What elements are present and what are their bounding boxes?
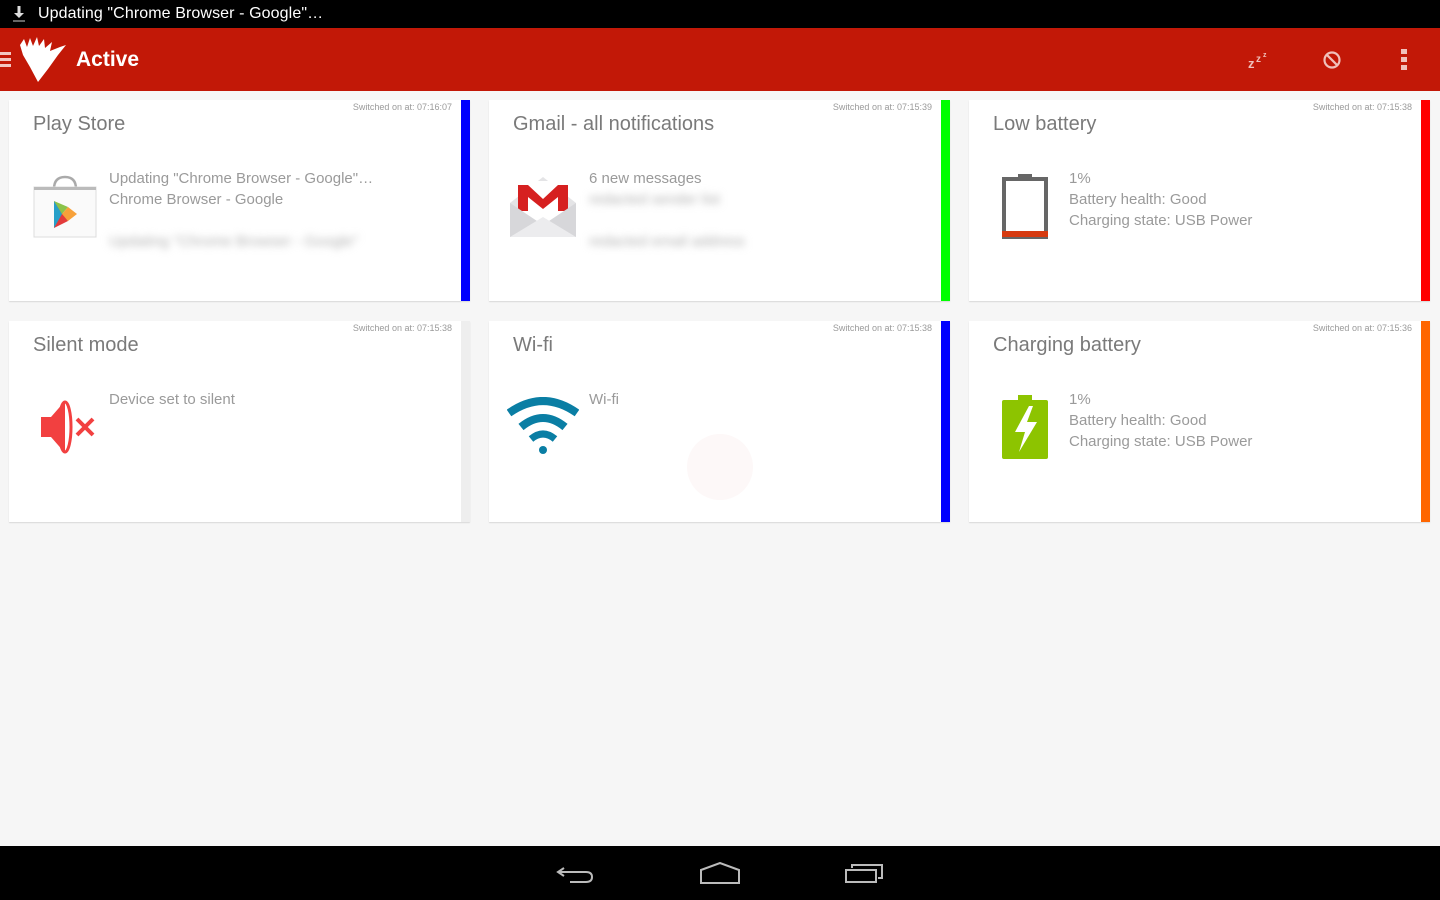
timestamp: Switched on at: 07:15:38 <box>1312 102 1412 112</box>
status-color-bar <box>461 100 470 301</box>
back-icon <box>556 867 594 883</box>
detail-line: Battery health: Good <box>1069 191 1207 208</box>
detail-line: Wi-fi <box>589 391 619 408</box>
card-details: Updating "Chrome Browser - Google"… Chro… <box>109 168 373 252</box>
card-title: Gmail - all notifications <box>513 113 715 135</box>
block-button[interactable] <box>1296 28 1368 91</box>
detail-line: Charging state: USB Power <box>1069 212 1253 229</box>
status-color-bar <box>941 321 950 522</box>
card-gmail[interactable]: Switched on at: 07:15:39 Gmail - all not… <box>489 100 950 301</box>
overflow-menu-icon <box>1401 48 1407 70</box>
status-color-bar <box>1421 321 1430 522</box>
action-bar: Active z z z <box>0 28 1440 91</box>
battery-low-icon <box>989 170 1061 242</box>
card-title: Silent mode <box>33 334 139 356</box>
block-icon <box>1323 50 1341 69</box>
detail-line: 1% <box>1069 391 1091 408</box>
card-details: 1% Battery health: Good Charging state: … <box>1069 168 1252 231</box>
svg-text:z: z <box>1256 54 1261 65</box>
status-color-bar <box>1421 100 1430 301</box>
recents-button[interactable] <box>792 846 936 900</box>
download-icon <box>0 5 38 23</box>
svg-text:z: z <box>1248 56 1255 70</box>
detail-line: 6 new messages <box>589 170 702 187</box>
home-button[interactable] <box>648 846 792 900</box>
detail-line: Device set to silent <box>109 391 235 408</box>
card-details: Device set to silent <box>109 389 235 410</box>
status-color-bar <box>941 100 950 301</box>
back-button[interactable] <box>504 846 648 900</box>
detail-line: Chrome Browser - Google <box>109 191 284 208</box>
timestamp: Switched on at: 07:15:38 <box>352 323 452 333</box>
card-title: Charging battery <box>993 334 1141 356</box>
card-low-battery[interactable]: Switched on at: 07:15:38 Low battery 1% … <box>969 100 1430 301</box>
card-play-store[interactable]: Switched on at: 07:16:07 Play Store Upda… <box>9 100 470 301</box>
card-title: Play Store <box>33 113 126 135</box>
hamburger-menu-icon[interactable] <box>0 28 14 91</box>
blurred-detail-line: redacted sender list <box>589 191 720 208</box>
timestamp: Switched on at: 07:15:36 <box>1312 323 1412 333</box>
timestamp: Switched on at: 07:16:07 <box>352 102 452 112</box>
blurred-detail-line: Updating "Chrome Browser - Google" <box>109 233 359 250</box>
svg-text:z: z <box>1263 52 1267 59</box>
app-logo-icon[interactable] <box>18 36 70 84</box>
snooze-icon: z z z <box>1248 52 1267 70</box>
card-charging-battery[interactable]: Switched on at: 07:15:36 Charging batter… <box>969 321 1430 522</box>
detail-line: Battery health: Good <box>1069 412 1207 429</box>
snooze-button[interactable]: z z z <box>1224 28 1296 91</box>
status-bar: Updating "Chrome Browser - Google"… <box>0 0 1440 28</box>
card-wifi[interactable]: Switched on at: 07:15:38 Wi-fi Wi-fi <box>489 321 950 522</box>
card-details: 1% Battery health: Good Charging state: … <box>1069 389 1252 452</box>
system-nav-bar <box>0 846 1440 900</box>
blurred-detail-line: redacted email address <box>589 233 745 250</box>
volume-muted-icon <box>33 391 105 463</box>
card-title: Low battery <box>993 113 1097 135</box>
card-details: Wi-fi <box>589 389 619 410</box>
card-silent-mode[interactable]: Switched on at: 07:15:38 Silent mode Dev… <box>9 321 470 522</box>
status-notification-text: Updating "Chrome Browser - Google"… <box>38 5 324 22</box>
overflow-menu-button[interactable] <box>1368 28 1440 91</box>
refresh-icon <box>687 434 753 500</box>
battery-charging-icon <box>989 391 1061 463</box>
wifi-icon <box>507 391 579 463</box>
status-color-bar <box>461 321 470 522</box>
detail-line: Charging state: USB Power <box>1069 433 1253 450</box>
home-icon <box>700 862 740 884</box>
timestamp: Switched on at: 07:15:38 <box>832 323 932 333</box>
card-details: 6 new messages redacted sender list reda… <box>589 168 745 252</box>
gmail-icon <box>507 170 579 242</box>
card-title: Wi-fi <box>513 334 553 356</box>
page-title: Active <box>76 47 140 71</box>
detail-line: Updating "Chrome Browser - Google"… <box>109 170 374 187</box>
detail-line: 1% <box>1069 170 1091 187</box>
recents-icon <box>845 864 883 883</box>
play-store-icon <box>29 170 101 242</box>
timestamp: Switched on at: 07:15:39 <box>832 102 932 112</box>
